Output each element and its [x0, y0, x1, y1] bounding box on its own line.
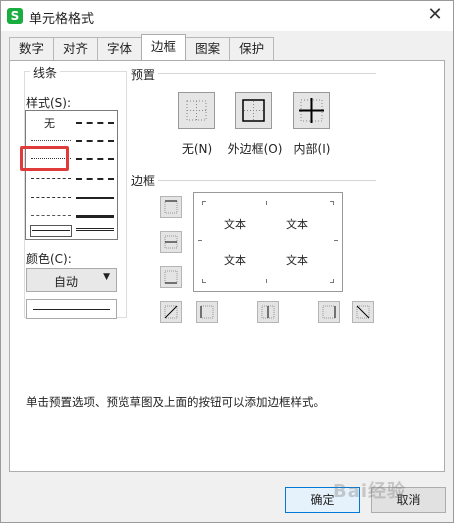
border-right-button[interactable] — [318, 301, 340, 323]
border-outline-icon — [242, 99, 265, 122]
preset-none-button[interactable] — [178, 92, 215, 129]
preset-inside-label: 内部(I) — [293, 142, 331, 156]
preview-corner-mark — [330, 201, 334, 205]
line-style-medium[interactable] — [76, 197, 114, 199]
border-top-button[interactable] — [160, 196, 182, 218]
diagonal-down-icon — [356, 305, 370, 319]
preview-text: 文本 — [224, 218, 246, 231]
preset-inside-button[interactable] — [293, 92, 330, 129]
preview-corner-mark — [334, 240, 338, 244]
style-label: 样式(S): — [26, 96, 72, 110]
tab-alignment[interactable]: 对齐 — [53, 37, 99, 60]
diagonal-up-icon — [164, 305, 178, 319]
dialog-title: 单元格格式 — [29, 12, 95, 27]
tab-strip: 数字 对齐 字体 边框 图案 保护 — [9, 34, 275, 60]
line-style-dashed[interactable] — [31, 215, 71, 216]
line-style-dash-dot[interactable] — [31, 197, 71, 198]
color-dropdown[interactable]: 自动 ▼ — [26, 268, 117, 292]
line-style-medium-dash-dot-dot[interactable] — [76, 122, 114, 124]
preview-text: 文本 — [286, 254, 308, 267]
tab-font[interactable]: 字体 — [97, 37, 143, 60]
line-style-thin-solid-selected[interactable] — [30, 225, 72, 237]
preview-corner-mark — [266, 201, 270, 205]
wps-app-icon: S — [7, 8, 23, 24]
tab-border[interactable]: 边框 — [141, 34, 187, 60]
line-style-double[interactable] — [76, 228, 114, 231]
line-style-hairline-dotted[interactable] — [31, 140, 71, 141]
tab-pattern[interactable]: 图案 — [185, 37, 231, 60]
preview-corner-mark — [198, 240, 202, 244]
preview-corner-mark — [202, 279, 206, 283]
border-none-icon — [186, 100, 207, 121]
border-inside-vertical-icon — [261, 305, 275, 319]
color-dropdown-value: 自动 — [54, 275, 79, 289]
preview-corner-mark — [266, 279, 270, 283]
border-preview[interactable]: 文本 文本 文本 文本 — [193, 192, 343, 292]
line-color-preview — [26, 299, 117, 319]
preset-outline-button[interactable] — [235, 92, 272, 129]
border-top-icon — [164, 200, 178, 214]
line-style-medium-dash-dot[interactable] — [76, 158, 114, 160]
border-left-icon — [200, 305, 214, 319]
border-bottom-button[interactable] — [160, 266, 182, 288]
preview-text: 文本 — [286, 218, 308, 231]
border-left-button[interactable] — [196, 301, 218, 323]
line-style-medium-dashed[interactable] — [76, 178, 114, 180]
line-style-dash-dot-dot[interactable] — [31, 178, 71, 179]
line-style-thin-solid — [32, 230, 70, 231]
preset-outline-label: 外边框(O) — [227, 142, 283, 156]
preset-none-label: 无(N) — [181, 142, 213, 156]
dropdown-arrow-icon: ▼ — [103, 272, 110, 282]
border-inside-icon — [299, 98, 324, 123]
border-group-title: 边框 — [128, 172, 159, 189]
line-style-list[interactable]: 无 — [25, 110, 118, 240]
line-group-title: 线条 — [30, 64, 61, 81]
preview-corner-mark — [330, 279, 334, 283]
tab-number[interactable]: 数字 — [9, 37, 55, 60]
hint-text: 单击预置选项、预览草图及上面的按钮可以添加边框样式。 — [26, 395, 325, 409]
line-style-thick[interactable] — [76, 215, 114, 218]
ok-button[interactable]: 确定 — [285, 487, 360, 513]
line-style-slant-dash-dot[interactable] — [76, 140, 114, 142]
border-diagonal-up-button[interactable] — [160, 301, 182, 323]
border-inside-horizontal-button[interactable] — [160, 231, 182, 253]
preview-corner-mark — [202, 201, 206, 205]
preset-group-line — [154, 73, 376, 74]
line-style-none[interactable]: 无 — [44, 115, 55, 131]
border-diagonal-down-button[interactable] — [352, 301, 374, 323]
border-group-line — [157, 180, 376, 181]
format-cells-dialog: S 单元格格式 ✕ 数字 对齐 字体 边框 图案 保护 线条 样式(S): 无 — [0, 0, 454, 523]
close-button[interactable]: ✕ — [423, 4, 447, 28]
cancel-button[interactable]: 取消 — [371, 487, 446, 513]
border-right-icon — [322, 305, 336, 319]
preview-text: 文本 — [224, 254, 246, 267]
preset-group-title: 预置 — [128, 66, 159, 83]
tab-protection[interactable]: 保护 — [229, 37, 275, 60]
border-inside-vertical-button[interactable] — [257, 301, 279, 323]
title-bar: S 单元格格式 ✕ — [1, 1, 453, 31]
border-bottom-icon — [164, 270, 178, 284]
color-label: 颜色(C): — [26, 252, 72, 266]
selected-style-highlight — [20, 146, 69, 171]
border-tab-panel: 线条 样式(S): 无 颜色(C): 自动 ▼ 预置 无(N) 外边框(O) 内… — [9, 60, 445, 472]
border-inside-horizontal-icon — [164, 235, 178, 249]
